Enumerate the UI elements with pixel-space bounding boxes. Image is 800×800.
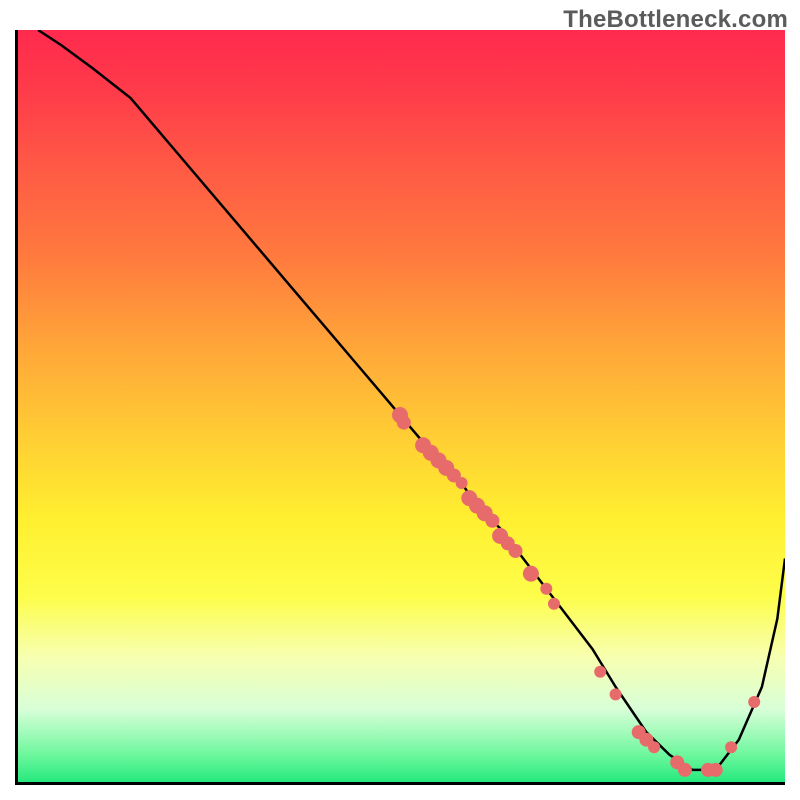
chart-svg [15, 30, 785, 785]
plot-area [15, 30, 785, 785]
data-point-marker [678, 763, 692, 777]
data-point-marker [523, 566, 539, 582]
bottleneck-curve [38, 30, 785, 770]
data-point-marker [648, 741, 660, 753]
markers-group [392, 407, 760, 777]
data-point-marker [725, 741, 737, 753]
data-point-marker [485, 514, 499, 528]
data-point-marker [456, 477, 468, 489]
data-point-marker [540, 583, 552, 595]
data-point-marker [548, 598, 560, 610]
data-point-marker [709, 763, 723, 777]
data-point-marker [509, 544, 523, 558]
data-point-marker [610, 688, 622, 700]
chart-frame: TheBottleneck.com [0, 0, 800, 800]
watermark-text: TheBottleneck.com [563, 6, 788, 34]
data-point-marker [594, 666, 606, 678]
data-point-marker [397, 416, 411, 430]
data-point-marker [748, 696, 760, 708]
